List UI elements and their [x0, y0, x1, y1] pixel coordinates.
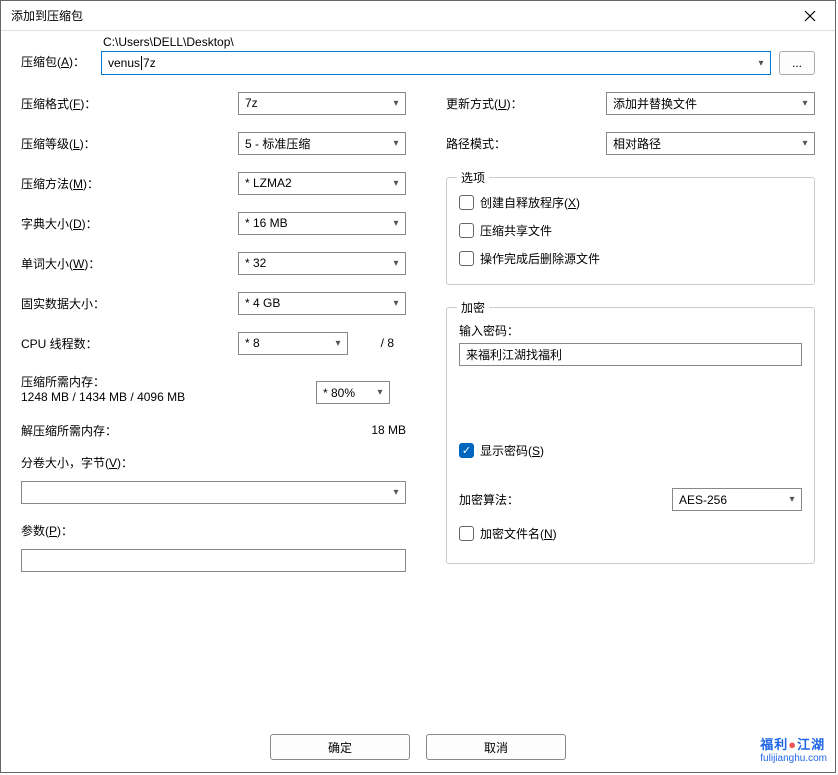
- enc-method-select[interactable]: AES-256▾: [672, 488, 802, 511]
- chevron-down-icon: ▾: [783, 494, 801, 505]
- show-password-label: 显示密码(S): [480, 442, 544, 459]
- word-label: 单词大小(W)：: [21, 255, 238, 272]
- shared-checkbox[interactable]: [459, 223, 474, 238]
- chevron-down-icon: ▾: [387, 138, 405, 149]
- password-input[interactable]: [459, 343, 802, 366]
- chevron-down-icon: ▾: [796, 98, 814, 109]
- threads-select[interactable]: * 8▾: [238, 332, 348, 355]
- threads-max: / 8: [348, 336, 398, 350]
- params-input[interactable]: [21, 549, 406, 572]
- mem-decompress-value: 18 MB: [326, 423, 406, 437]
- browse-button[interactable]: ...: [779, 51, 815, 75]
- params-label: 参数(P)：: [21, 522, 406, 539]
- chevron-down-icon: ▾: [387, 258, 405, 269]
- chevron-down-icon: ▾: [387, 98, 405, 109]
- update-select[interactable]: 添加并替换文件▾: [606, 92, 815, 115]
- options-group: 选项 创建自释放程序(X) 压缩共享文件 操作完成后删除源文件: [446, 177, 815, 285]
- chevron-down-icon: ▾: [387, 178, 405, 189]
- split-select[interactable]: ▾: [21, 481, 406, 504]
- encrypt-names-label: 加密文件名(N): [480, 525, 557, 542]
- titlebar: 添加到压缩包: [1, 1, 835, 31]
- mem-decompress-label: 解压缩所需内存：: [21, 422, 326, 439]
- cancel-button[interactable]: 取消: [426, 734, 566, 760]
- archive-path: C:\Users\DELL\Desktop\: [101, 35, 771, 49]
- archive-name-combo[interactable]: venus7z ▾: [101, 51, 771, 75]
- solid-select[interactable]: * 4 GB▾: [238, 292, 406, 315]
- encryption-group: 加密 输入密码： ✓ 显示密码(S) 加密算法： AES-256▾ 加密文件名(…: [446, 307, 815, 564]
- text-cursor: [141, 56, 142, 70]
- method-label: 压缩方法(M)：: [21, 175, 238, 192]
- archive-label: 压缩包(A)：: [21, 35, 93, 70]
- close-button[interactable]: [795, 1, 825, 31]
- sfx-checkbox[interactable]: [459, 195, 474, 210]
- options-legend: 选项: [457, 169, 489, 186]
- word-select[interactable]: * 32▾: [238, 252, 406, 275]
- level-select[interactable]: 5 - 标准压缩▾: [238, 132, 406, 155]
- chevron-down-icon: ▾: [387, 487, 405, 498]
- delete-checkbox[interactable]: [459, 251, 474, 266]
- close-icon: [804, 10, 816, 22]
- pathmode-label: 路径模式：: [446, 135, 606, 152]
- chevron-down-icon: ▾: [796, 138, 814, 149]
- shared-label: 压缩共享文件: [480, 222, 552, 239]
- chevron-down-icon: ▾: [387, 298, 405, 309]
- password-label: 输入密码：: [459, 322, 802, 339]
- show-password-checkbox[interactable]: ✓: [459, 443, 474, 458]
- sfx-label: 创建自释放程序(X): [480, 194, 580, 211]
- encrypt-names-checkbox[interactable]: [459, 526, 474, 541]
- update-label: 更新方式(U)：: [446, 95, 606, 112]
- archive-name-suffix: 7z: [143, 56, 156, 70]
- dict-select[interactable]: * 16 MB▾: [238, 212, 406, 235]
- split-label: 分卷大小，字节(V)：: [21, 454, 406, 471]
- level-label: 压缩等级(L)：: [21, 135, 238, 152]
- dict-label: 字典大小(D)：: [21, 215, 238, 232]
- solid-label: 固实数据大小：: [21, 295, 238, 312]
- watermark: 福利●江湖 fulijianghu.com: [760, 734, 827, 764]
- chevron-down-icon: ▾: [329, 338, 347, 349]
- chevron-down-icon: ▾: [371, 387, 389, 398]
- threads-label: CPU 线程数：: [21, 335, 238, 352]
- enc-method-label: 加密算法：: [459, 491, 672, 508]
- window-title: 添加到压缩包: [11, 7, 795, 24]
- ok-button[interactable]: 确定: [270, 734, 410, 760]
- chevron-down-icon[interactable]: ▾: [752, 58, 770, 69]
- pathmode-select[interactable]: 相对路径▾: [606, 132, 815, 155]
- mem-pct-select[interactable]: * 80%▾: [316, 381, 390, 404]
- archive-name-prefix: venus: [108, 56, 140, 70]
- delete-label: 操作完成后删除源文件: [480, 250, 600, 267]
- method-select[interactable]: * LZMA2▾: [238, 172, 406, 195]
- format-label: 压缩格式(F)：: [21, 95, 238, 112]
- chevron-down-icon: ▾: [387, 218, 405, 229]
- mem-compress-label: 压缩所需内存： 1248 MB / 1434 MB / 4096 MB: [21, 373, 316, 404]
- format-select[interactable]: 7z▾: [238, 92, 406, 115]
- encryption-legend: 加密: [457, 299, 489, 316]
